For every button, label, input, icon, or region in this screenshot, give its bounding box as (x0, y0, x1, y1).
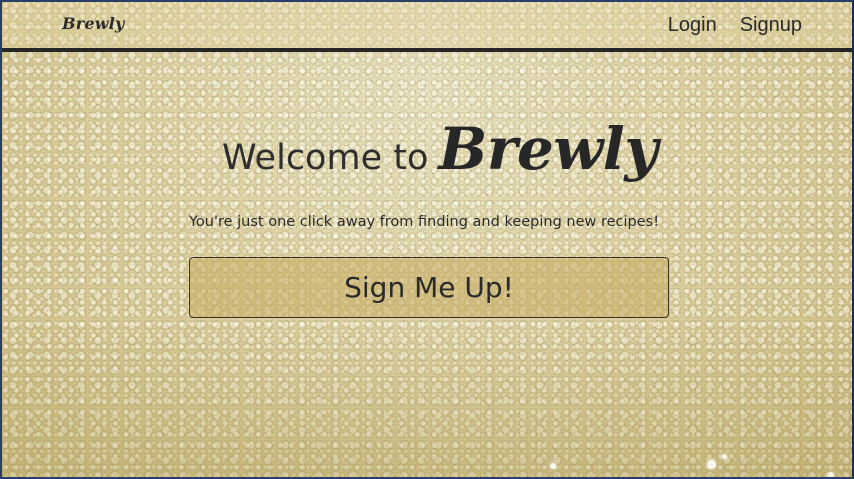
foam-highlight (722, 454, 727, 459)
page-frame: Brewly Login Signup Welcome to Brewly You… (0, 0, 854, 479)
navbar: Brewly Login Signup (2, 2, 852, 52)
sign-me-up-button[interactable]: Sign Me Up! (189, 257, 669, 318)
hero-title: Welcome to Brewly (222, 115, 658, 183)
foam-highlight (550, 463, 556, 469)
hero-title-brand: Brewly (438, 115, 658, 183)
nav-links: Login Signup (668, 14, 802, 37)
signup-link[interactable]: Signup (740, 14, 802, 37)
hero-tagline: You're just one click away from finding … (189, 214, 660, 230)
login-link[interactable]: Login (668, 14, 717, 37)
foam-highlight (707, 460, 716, 469)
hero-title-prefix: Welcome to (222, 138, 429, 178)
brand-logo[interactable]: Brewly (62, 14, 124, 33)
foam-highlight (828, 472, 834, 477)
